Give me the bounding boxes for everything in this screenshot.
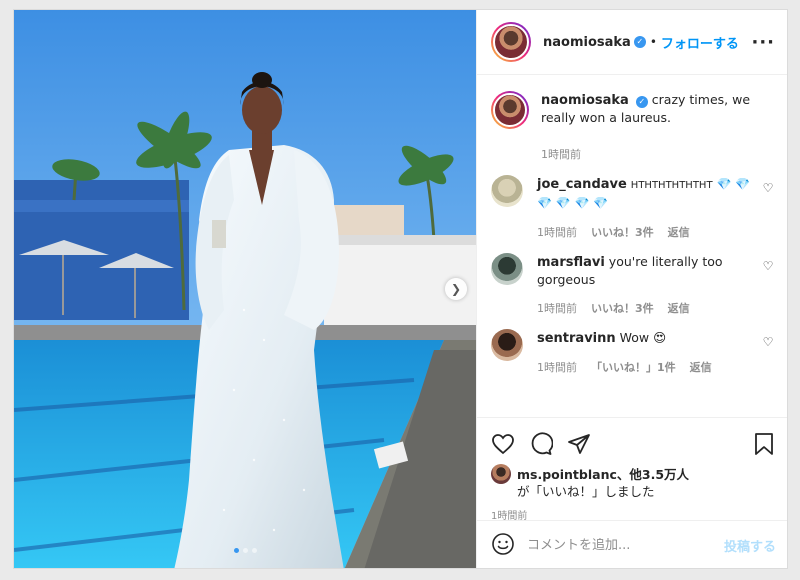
- header-user: naomiosaka ✓ • フォローする: [543, 33, 739, 52]
- photo-illustration: [14, 10, 476, 568]
- comments-list: naomiosaka ✓ crazy times, we really won …: [477, 75, 787, 417]
- emoji-icon[interactable]: [491, 532, 515, 560]
- separator-dot: •: [649, 35, 657, 49]
- carousel-dot: [252, 548, 257, 553]
- comment-username[interactable]: joe_candave: [537, 177, 627, 192]
- likes-line2: が「いいね！」しました: [517, 484, 655, 499]
- avatar[interactable]: [491, 91, 529, 129]
- avatar[interactable]: [491, 464, 511, 484]
- heart-icon[interactable]: ♡: [761, 335, 775, 376]
- caption-time[interactable]: 1時間前: [541, 146, 581, 163]
- add-comment-bar: 投稿する: [477, 520, 787, 568]
- verified-icon: ✓: [635, 96, 648, 108]
- comment-item: marsflavi you're literally too gorgeous …: [491, 253, 775, 317]
- comment-text: Wow: [619, 330, 650, 345]
- heart-eyes-emoji: 😍: [653, 330, 667, 345]
- verified-icon: ✓: [633, 36, 646, 48]
- comment-time[interactable]: 1時間前: [537, 300, 577, 317]
- comment-text: HTHTHTHTHTHT: [630, 180, 713, 191]
- comment-time[interactable]: 1時間前: [537, 359, 577, 376]
- post-comment-button[interactable]: 投稿する: [724, 536, 776, 555]
- comment-item: joe_candave HTHTHTHTHTHT 💎 💎 💎 💎 💎 💎 1時間…: [491, 175, 775, 241]
- share-icon[interactable]: [567, 432, 591, 456]
- comment-item: sentravinn Wow 😍 1時間前 「いいね！」1件 返信 ♡: [491, 329, 775, 376]
- instagram-post: ❯ naomiosaka ✓ • フォローする ··· naomiosaka ✓…: [13, 9, 788, 569]
- follow-button[interactable]: フォローする: [661, 33, 739, 52]
- carousel-next-button[interactable]: ❯: [445, 278, 467, 300]
- avatar[interactable]: [491, 175, 523, 207]
- likes-summary: ms.pointblanc、他3.5万人 が「いいね！」しました: [491, 464, 776, 500]
- more-horizontal-icon[interactable]: ···: [751, 32, 775, 53]
- comment-input[interactable]: [527, 538, 724, 553]
- chevron-right-icon: ❯: [450, 282, 462, 296]
- avatar[interactable]: [491, 329, 523, 361]
- action-bar: ms.pointblanc、他3.5万人 が「いいね！」しました 1時間前: [477, 417, 787, 522]
- bookmark-icon[interactable]: [752, 432, 776, 456]
- comment-username[interactable]: marsflavi: [537, 255, 605, 270]
- comment-time[interactable]: 1時間前: [537, 224, 577, 241]
- reply-button[interactable]: 返信: [668, 300, 690, 317]
- carousel-dot: [234, 548, 239, 553]
- post-header: naomiosaka ✓ • フォローする ···: [477, 10, 787, 75]
- heart-icon[interactable]: ♡: [761, 259, 775, 317]
- like-icon[interactable]: [491, 432, 515, 456]
- caption: naomiosaka ✓ crazy times, we really won …: [491, 91, 775, 163]
- carousel-dot: [243, 548, 248, 553]
- comment-likes[interactable]: いいね！3件: [591, 224, 654, 241]
- caption-username[interactable]: naomiosaka: [541, 93, 629, 108]
- post-photo[interactable]: ❯: [14, 10, 476, 568]
- comment-likes[interactable]: いいね！3件: [591, 300, 654, 317]
- reply-button[interactable]: 返信: [690, 359, 712, 376]
- reply-button[interactable]: 返信: [668, 224, 690, 241]
- comment-icon[interactable]: [529, 432, 553, 456]
- avatar[interactable]: [491, 22, 531, 62]
- heart-icon[interactable]: ♡: [761, 181, 775, 241]
- carousel-dots: [234, 548, 257, 553]
- avatar[interactable]: [491, 253, 523, 285]
- comment-likes[interactable]: 「いいね！」1件: [591, 359, 676, 376]
- comment-username[interactable]: sentravinn: [537, 331, 616, 346]
- header-username[interactable]: naomiosaka: [543, 35, 631, 50]
- post-side-panel: naomiosaka ✓ • フォローする ··· naomiosaka ✓ c…: [476, 10, 787, 568]
- likes-line1[interactable]: ms.pointblanc、他3.5万人: [517, 466, 689, 483]
